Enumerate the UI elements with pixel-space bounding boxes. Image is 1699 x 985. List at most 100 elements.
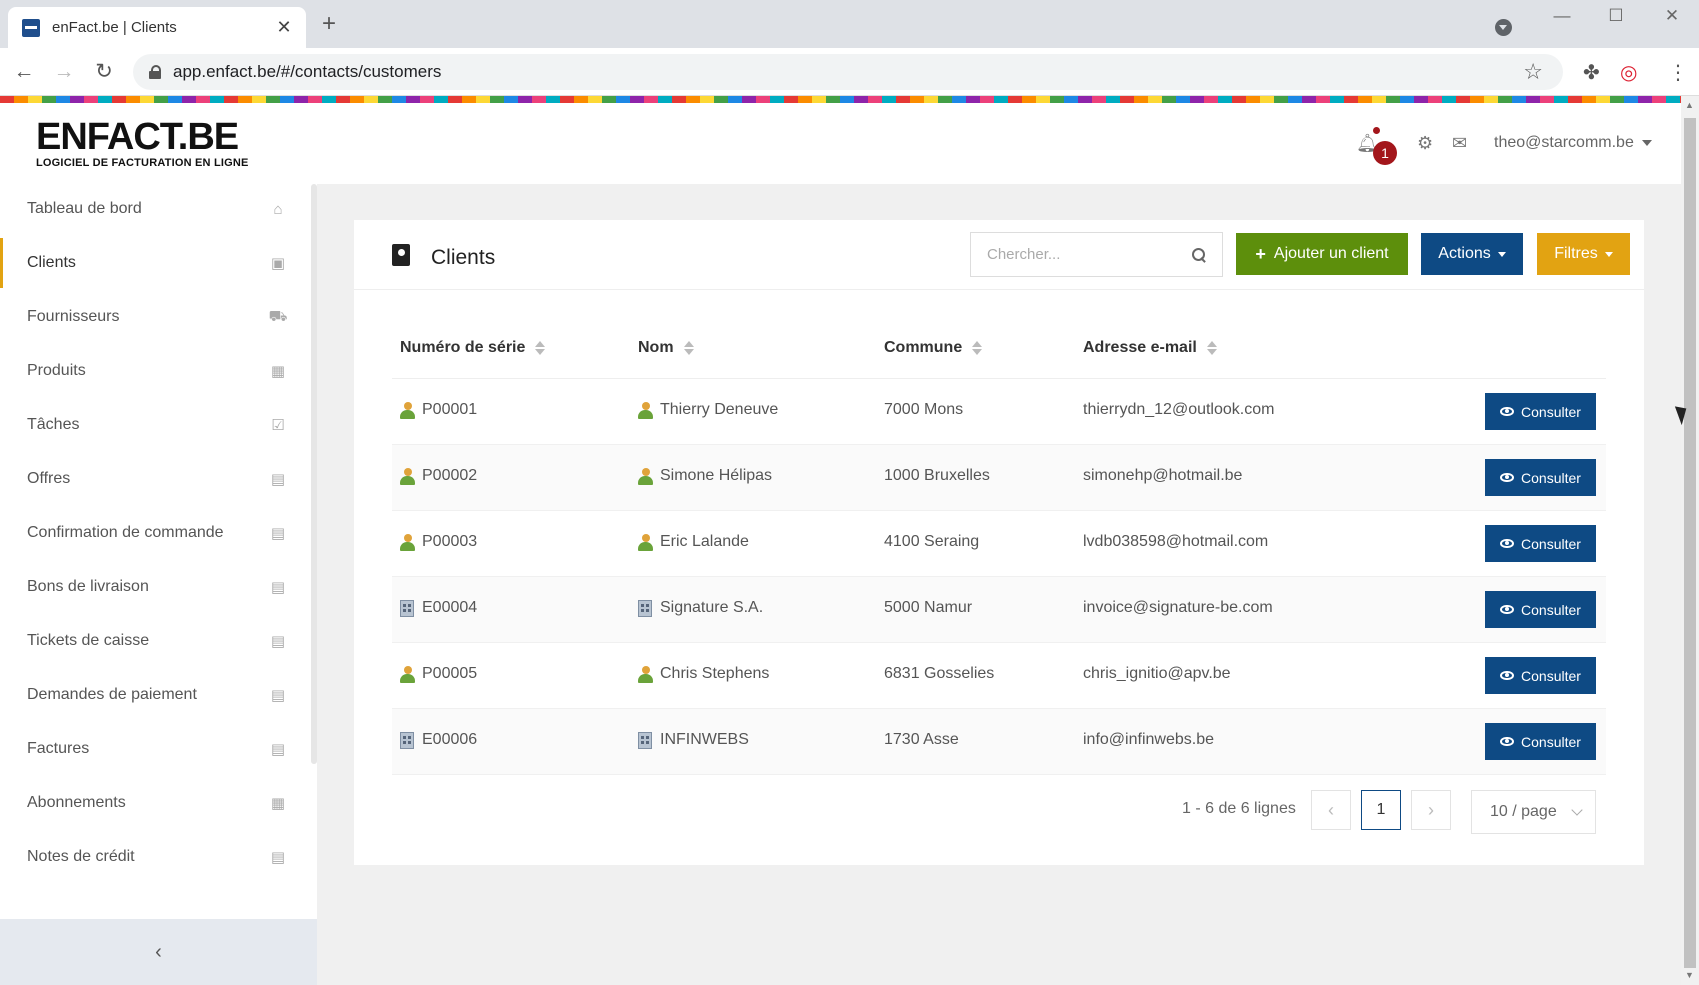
- scrollbar-thumb[interactable]: [1684, 118, 1696, 968]
- reload-icon[interactable]: ↻: [90, 58, 118, 86]
- sidebar-item-confirmation-de-commande[interactable]: Confirmation de commande ▤: [0, 508, 312, 558]
- sidebar-item-factures[interactable]: Factures ▤: [0, 724, 312, 774]
- bookmark-star-icon[interactable]: ☆: [1523, 59, 1543, 85]
- url-text: app.enfact.be/#/contacts/customers: [173, 62, 442, 81]
- sidebar-item-tableau-de-bord[interactable]: Tableau de bord ⌂: [0, 184, 312, 234]
- tab-close-icon[interactable]: ✕: [274, 17, 294, 38]
- scroll-up-icon[interactable]: ▲: [1685, 100, 1694, 110]
- tab-search-icon[interactable]: [1495, 19, 1512, 36]
- sidebar-item-taches[interactable]: Tâches ☑: [0, 400, 312, 450]
- cell-serial[interactable]: P00002: [400, 467, 477, 485]
- filters-button[interactable]: Filtres: [1537, 233, 1630, 275]
- consult-button[interactable]: Consulter: [1485, 393, 1596, 430]
- add-client-button[interactable]: + Ajouter un client: [1236, 233, 1408, 275]
- sort-icon[interactable]: [972, 340, 983, 356]
- commune-text: 1000 Bruxelles: [884, 467, 990, 484]
- minimize-button[interactable]: —: [1542, 6, 1582, 26]
- column-header-name[interactable]: Nom: [638, 339, 694, 357]
- search-input[interactable]: [987, 246, 1192, 263]
- pagination-next-button[interactable]: ›: [1411, 790, 1451, 830]
- cell-name[interactable]: Simone Hélipas: [638, 467, 772, 485]
- sort-icon[interactable]: [535, 340, 546, 356]
- consult-button[interactable]: Consulter: [1485, 591, 1596, 628]
- sidebar-item-produits[interactable]: Produits ▦: [0, 346, 312, 396]
- cell-name[interactable]: Chris Stephens: [638, 665, 769, 683]
- sidebar-item-clients[interactable]: Clients ▣: [0, 238, 312, 288]
- sidebar-item-tickets-de-caisse[interactable]: Tickets de caisse ▤: [0, 616, 312, 666]
- forward-arrow-icon[interactable]: →: [50, 58, 78, 86]
- pdf-file-icon: ▤: [270, 633, 286, 650]
- sidebar-item-abonnements[interactable]: Abonnements ▦: [0, 778, 312, 828]
- extensions-icon[interactable]: ✤: [1583, 60, 1600, 85]
- extension-circle-icon[interactable]: ◎: [1620, 60, 1637, 85]
- column-header-email[interactable]: Adresse e-mail: [1083, 339, 1217, 357]
- cell-email: lvdb038598@hotmail.com: [1083, 533, 1268, 551]
- cell-serial[interactable]: P00001: [400, 401, 477, 419]
- commune-text: 1730 Asse: [884, 731, 959, 748]
- sidebar-scrollbar[interactable]: [311, 184, 317, 764]
- pagination-page-1[interactable]: 1: [1361, 790, 1401, 830]
- column-header-serial[interactable]: Numéro de série: [400, 339, 546, 357]
- sidebar-collapse-button[interactable]: ‹: [0, 919, 317, 985]
- column-label: Nom: [638, 339, 674, 356]
- name-text: Eric Lalande: [660, 533, 749, 550]
- mail-icon[interactable]: ✉: [1452, 133, 1467, 154]
- cell-name[interactable]: Eric Lalande: [638, 533, 749, 551]
- back-arrow-icon[interactable]: ←: [10, 58, 38, 86]
- maximize-button[interactable]: ☐: [1596, 6, 1636, 26]
- user-menu[interactable]: theo@starcomm.be: [1494, 134, 1652, 152]
- browser-tab[interactable]: enFact.be | Clients ✕: [8, 7, 306, 48]
- settings-gears-icon[interactable]: ⚙: [1417, 133, 1433, 154]
- add-client-label: Ajouter un client: [1273, 245, 1389, 262]
- email-text: thierrydn_12@outlook.com: [1083, 401, 1275, 418]
- consult-button[interactable]: Consulter: [1485, 525, 1596, 562]
- cell-email: chris_ignitio@apv.be: [1083, 665, 1231, 683]
- cell-serial[interactable]: P00003: [400, 533, 477, 551]
- consult-button[interactable]: Consulter: [1485, 723, 1596, 760]
- cell-serial[interactable]: P00005: [400, 665, 477, 683]
- new-tab-button[interactable]: +: [322, 12, 336, 36]
- table-row: E00006 INFINWEBS 1730 Asse info@infinwebs.b…: [392, 709, 1606, 775]
- pdf-file-icon: ▤: [270, 687, 286, 704]
- logo-tagline: LOGICIEL DE FACTURATION EN LIGNE: [36, 157, 249, 169]
- column-header-commune[interactable]: Commune: [884, 339, 983, 357]
- sidebar-item-demandes-de-paiement[interactable]: Demandes de paiement ▤: [0, 670, 312, 720]
- consult-button[interactable]: Consulter: [1485, 657, 1596, 694]
- page-size-select[interactable]: 10 / page: [1471, 790, 1596, 834]
- pdf-file-icon: ▤: [270, 579, 286, 596]
- search-icon[interactable]: [1192, 247, 1206, 262]
- email-text: invoice@signature-be.com: [1083, 599, 1273, 616]
- sort-icon[interactable]: [683, 340, 694, 356]
- window-close-button[interactable]: ✕: [1652, 6, 1692, 26]
- cell-serial[interactable]: E00006: [400, 731, 477, 749]
- address-bar[interactable]: app.enfact.be/#/contacts/customers ☆: [133, 54, 1563, 90]
- scroll-down-icon[interactable]: ▼: [1685, 970, 1694, 980]
- pagination-prev-button[interactable]: ‹: [1311, 790, 1351, 830]
- name-text: Thierry Deneuve: [660, 401, 779, 418]
- consult-label: Consulter: [1521, 667, 1581, 684]
- browser-tab-bar: enFact.be | Clients ✕ + — ☐ ✕: [0, 0, 1699, 48]
- sidebar-item-offres[interactable]: Offres ▤: [0, 454, 312, 504]
- cell-name[interactable]: INFINWEBS: [638, 731, 749, 749]
- cell-name[interactable]: Signature S.A.: [638, 599, 763, 617]
- person-icon: [400, 401, 415, 419]
- page-scrollbar[interactable]: ▲ ▼: [1681, 96, 1699, 985]
- sidebar-item-notes-de-credit[interactable]: Notes de crédit ▤: [0, 832, 312, 882]
- cell-email: simonehp@hotmail.be: [1083, 467, 1242, 485]
- actions-button[interactable]: Actions: [1421, 233, 1523, 275]
- name-text: Signature S.A.: [660, 599, 764, 616]
- consult-button[interactable]: Consulter: [1485, 459, 1596, 496]
- contact-book-icon: [392, 244, 410, 266]
- eye-icon: [1500, 407, 1515, 416]
- sidebar-item-bons-de-livraison[interactable]: Bons de livraison ▤: [0, 562, 312, 612]
- chevron-left-icon: ‹: [155, 940, 162, 963]
- sidebar-item-label: Bons de livraison: [27, 578, 149, 595]
- name-text: Simone Hélipas: [660, 467, 773, 484]
- sort-icon[interactable]: [1206, 340, 1217, 356]
- cell-serial[interactable]: E00004: [400, 599, 477, 617]
- cell-name[interactable]: Thierry Deneuve: [638, 401, 778, 419]
- building-icon: [638, 599, 652, 617]
- sidebar-item-fournisseurs[interactable]: Fournisseurs ⛟: [0, 292, 312, 342]
- logo[interactable]: ENFACT.BE LOGICIEL DE FACTURATION EN LIG…: [36, 118, 249, 169]
- browser-menu-icon[interactable]: ⋮: [1668, 60, 1688, 85]
